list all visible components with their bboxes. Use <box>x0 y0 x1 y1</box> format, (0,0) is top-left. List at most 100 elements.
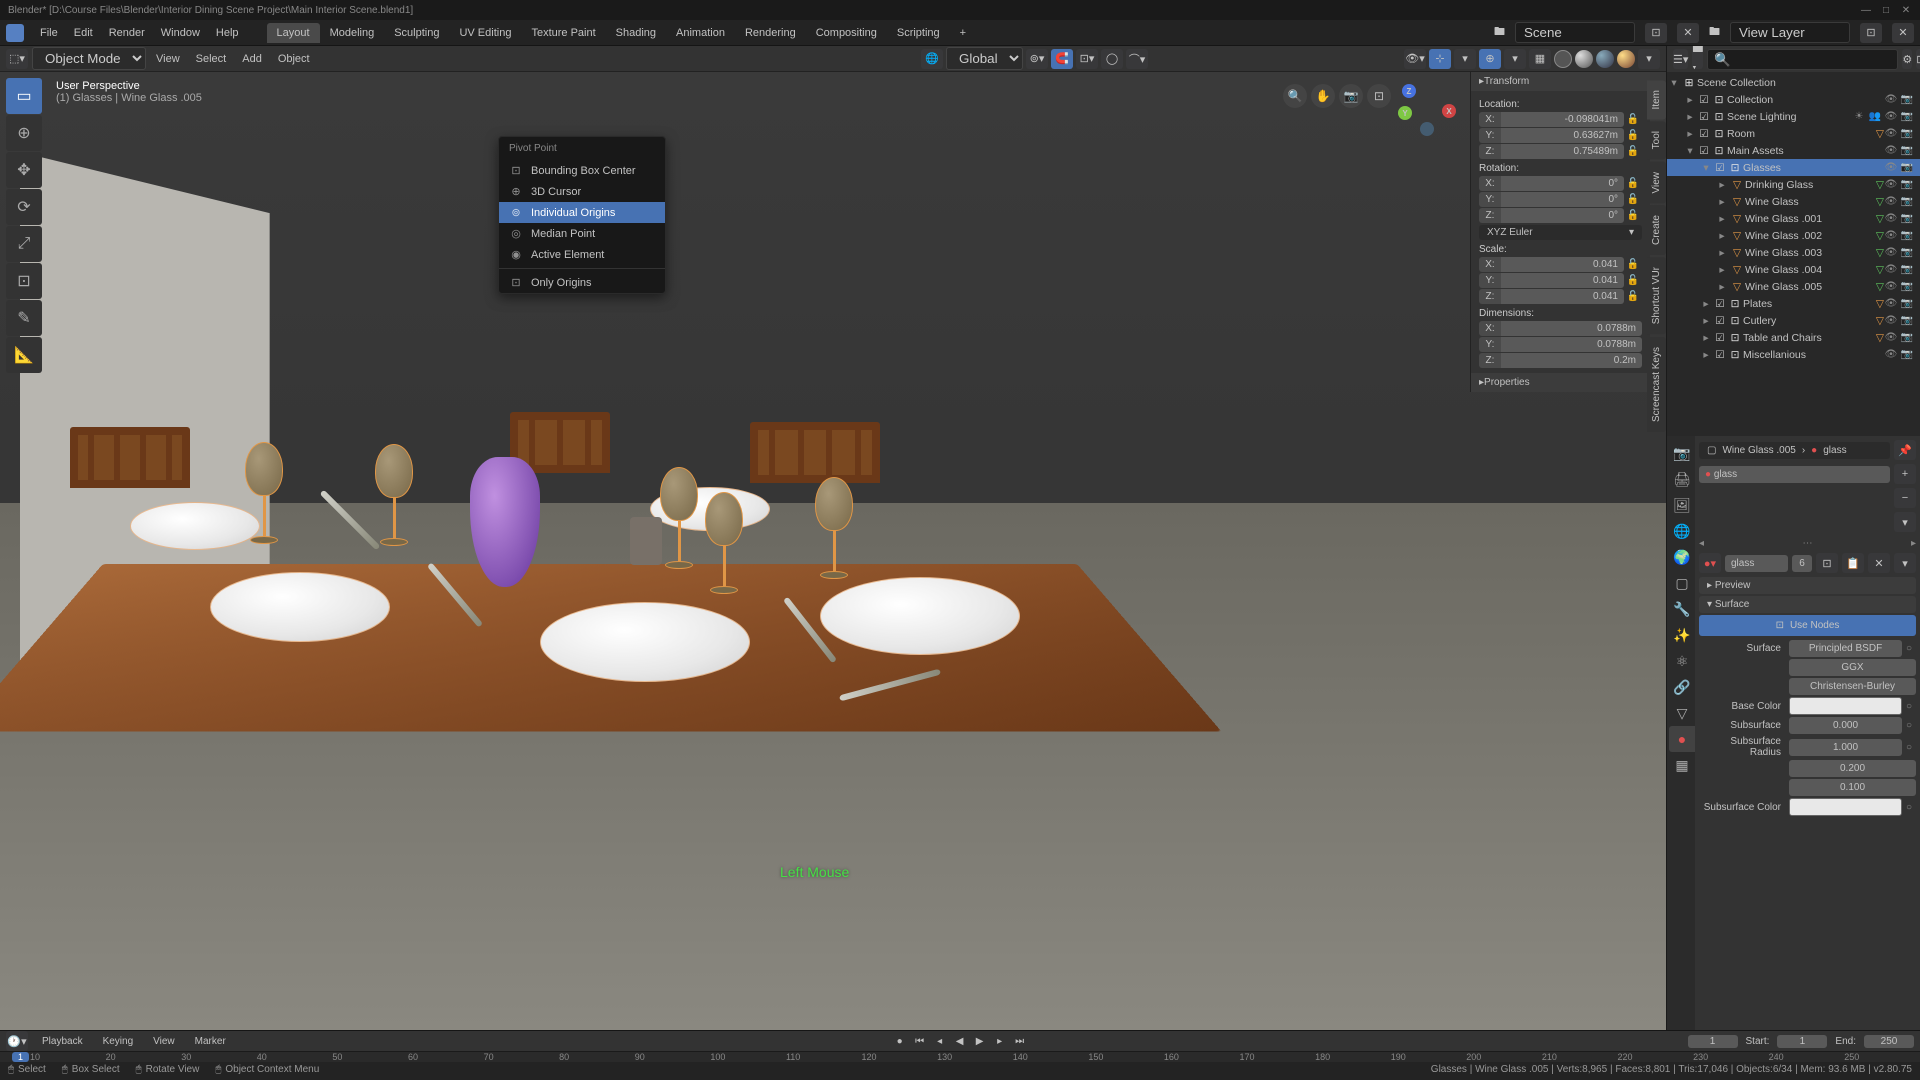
proportional-type-button[interactable]: ⌒▾ <box>1126 49 1148 69</box>
outliner-type-icon[interactable]: ☰▾ <box>1673 49 1688 69</box>
row-toggle-icon[interactable]: 📷 <box>1900 213 1914 224</box>
lock-icon[interactable]: 🔓 <box>1624 146 1642 157</box>
playhead[interactable]: 1 <box>12 1052 29 1062</box>
proportional-button[interactable]: ◯ <box>1101 49 1123 69</box>
tab-texture-paint[interactable]: Texture Paint <box>521 23 605 43</box>
row-toggle-icon[interactable]: 👥 <box>1868 111 1882 122</box>
tab-scripting[interactable]: Scripting <box>887 23 950 43</box>
checkbox-icon[interactable]: ☑ <box>1713 162 1727 174</box>
row-toggle-icon[interactable]: 👁 <box>1884 179 1898 190</box>
row-toggle-icon[interactable]: 📷 <box>1900 111 1914 122</box>
gizmo-button[interactable]: ⊹ <box>1429 49 1451 69</box>
tab-render[interactable]: 📷 <box>1669 440 1695 466</box>
pivot-button[interactable]: ⊚▾ <box>1026 49 1048 69</box>
expand-icon[interactable]: ▸ <box>1715 247 1729 259</box>
view-menu[interactable]: View <box>150 51 186 67</box>
expand-icon[interactable]: ▸ <box>1715 281 1729 293</box>
add-menu[interactable]: Add <box>236 51 268 67</box>
scale-y-value[interactable]: 0.041 <box>1501 273 1624 288</box>
dim-x-value[interactable]: 0.0788m <box>1501 321 1642 336</box>
row-toggle-icon[interactable]: 📷 <box>1900 349 1914 360</box>
row-toggle-icon[interactable]: 👁 <box>1884 111 1898 122</box>
row-toggle-icon[interactable]: 📷 <box>1900 264 1914 275</box>
perspective-icon[interactable]: ⊡ <box>1367 84 1391 108</box>
preview-section[interactable]: ▸ Preview <box>1699 577 1916 594</box>
sss-radius-3[interactable]: 0.100 <box>1789 779 1916 796</box>
tab-add[interactable]: + <box>950 23 976 43</box>
breadcrumb-mat[interactable]: glass <box>1823 445 1846 456</box>
outliner-filter-icon[interactable]: ⚙ <box>1902 49 1912 69</box>
pan-icon[interactable]: ✋ <box>1311 84 1335 108</box>
tab-uv-editing[interactable]: UV Editing <box>449 23 521 43</box>
timeline-type-icon[interactable]: 🕐▾ <box>6 1031 28 1051</box>
row-toggle-icon[interactable]: 👁 <box>1884 332 1898 343</box>
row-toggle-icon[interactable]: 👁 <box>1884 315 1898 326</box>
camera-icon[interactable]: 📷 <box>1339 84 1363 108</box>
tree-row[interactable]: ▸▽Wine Glass .001▽👁📷 <box>1667 210 1920 227</box>
delete-layer-button[interactable]: ✕ <box>1892 23 1914 43</box>
tab-layout[interactable]: Layout <box>267 23 320 43</box>
expand-icon[interactable]: ▾ <box>1699 162 1713 174</box>
pivot-individual-origins[interactable]: ⊚Individual Origins <box>499 202 665 223</box>
tree-row[interactable]: ▸☑⊡Cutlery▽👁📷 <box>1667 312 1920 329</box>
3d-viewport[interactable]: Left Mouse ▭ ⊕ ✥ ⟳ ⤢ ⊡ ✎ 📐 User Perspect… <box>0 72 1666 1030</box>
tree-row[interactable]: ▸☑⊡Miscellanious👁📷 <box>1667 346 1920 363</box>
expand-icon[interactable]: ▸ <box>1683 94 1697 106</box>
loc-y-value[interactable]: 0.63627m <box>1501 128 1624 143</box>
row-toggle-icon[interactable]: 📷 <box>1900 162 1914 173</box>
surface-shader[interactable]: Principled BSDF <box>1789 640 1902 657</box>
zoom-icon[interactable]: 🔍 <box>1283 84 1307 108</box>
timeline-track[interactable]: 1 10203040506070809010011012013014015016… <box>0 1051 1920 1062</box>
row-toggle-icon[interactable]: 👁 <box>1884 298 1898 309</box>
new-scene-button[interactable]: ⊡ <box>1645 23 1667 43</box>
tab-scene[interactable]: 🌐 <box>1669 518 1695 544</box>
expand-icon[interactable]: ▸ <box>1715 230 1729 242</box>
outliner-display-icon[interactable]: 🖿▾ <box>1692 49 1703 69</box>
expand-icon[interactable]: ▸ <box>1715 213 1729 225</box>
tab-view-layer[interactable]: 🖼 <box>1669 492 1695 518</box>
tab-material[interactable]: ● <box>1669 726 1695 752</box>
tree-row[interactable]: ▸▽Wine Glass .004▽👁📷 <box>1667 261 1920 278</box>
row-toggle-icon[interactable]: 👁 <box>1884 94 1898 105</box>
tool-annotate[interactable]: ✎ <box>6 300 42 336</box>
tab-screencast[interactable]: Screencast Keys <box>1647 337 1666 432</box>
tree-row[interactable]: ▸☑⊡Scene Lighting☀👥👁📷 <box>1667 108 1920 125</box>
scale-z-value[interactable]: 0.041 <box>1501 289 1624 304</box>
gizmo-dropdown[interactable]: ▾ <box>1454 49 1476 69</box>
row-toggle-icon[interactable]: 📷 <box>1900 315 1914 326</box>
shading-rendered[interactable] <box>1617 50 1635 68</box>
material-name-input[interactable]: glass <box>1725 555 1788 572</box>
tab-shortcut-vur[interactable]: Shortcut VUr <box>1647 257 1666 334</box>
lock-icon[interactable]: 🔓 <box>1624 130 1642 141</box>
editor-type-icon[interactable]: ⬚▾ <box>6 49 28 69</box>
overlay-button[interactable]: ⊕ <box>1479 49 1501 69</box>
autokey-button[interactable]: ● <box>891 1033 909 1049</box>
tab-modeling[interactable]: Modeling <box>320 23 385 43</box>
keying-menu[interactable]: Keying <box>97 1034 140 1049</box>
pivot-bounding-box[interactable]: ⊡Bounding Box Center <box>499 160 665 181</box>
loc-z-value[interactable]: 0.75489m <box>1501 144 1624 159</box>
tool-measure[interactable]: 📐 <box>6 337 42 373</box>
prev-key-button[interactable]: ◂ <box>931 1033 949 1049</box>
tool-select[interactable]: ▭ <box>6 78 42 114</box>
tab-texture[interactable]: ▦ <box>1669 752 1695 778</box>
tab-world[interactable]: 🌍 <box>1669 544 1695 570</box>
shading-solid[interactable] <box>1575 50 1593 68</box>
neg-z-axis[interactable] <box>1420 122 1434 136</box>
overlay-dropdown[interactable]: ▾ <box>1504 49 1526 69</box>
sss-radius-2[interactable]: 0.200 <box>1789 760 1916 777</box>
tool-scale[interactable]: ⤢ <box>6 226 42 262</box>
new-collection-button[interactable]: ⊡ <box>1916 49 1920 69</box>
tool-cursor[interactable]: ⊕ <box>6 115 42 151</box>
rot-x-value[interactable]: 0° <box>1501 176 1624 191</box>
checkbox-icon[interactable]: ☑ <box>1713 298 1727 310</box>
tree-row[interactable]: ▾☑⊡Glasses👁📷 <box>1667 159 1920 176</box>
row-toggle-icon[interactable]: 👁 <box>1884 264 1898 275</box>
menu-render[interactable]: Render <box>101 27 153 39</box>
expand-icon[interactable]: ▸ <box>1683 111 1697 123</box>
tab-tool[interactable]: Tool <box>1647 121 1666 159</box>
tab-rendering[interactable]: Rendering <box>735 23 806 43</box>
mode-select[interactable]: Object Mode <box>32 47 146 70</box>
row-toggle-icon[interactable]: 📷 <box>1900 298 1914 309</box>
row-toggle-icon[interactable]: 👁 <box>1884 247 1898 258</box>
